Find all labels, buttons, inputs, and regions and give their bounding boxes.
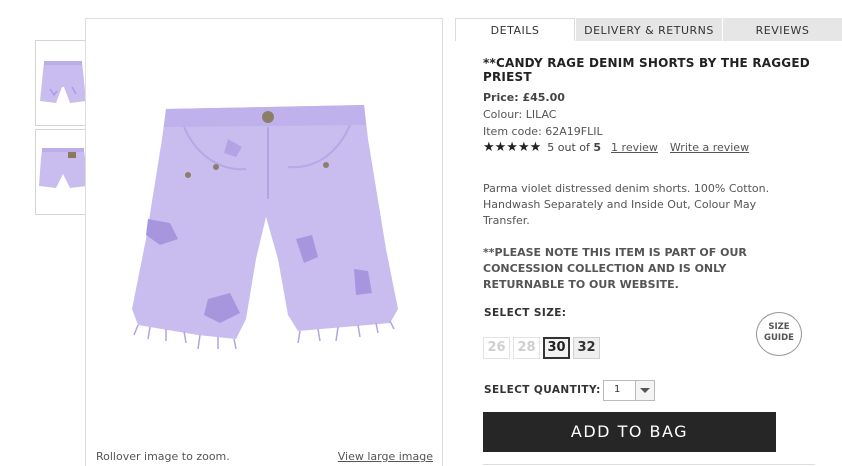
size-guide-button[interactable]: SIZE GUIDE xyxy=(756,312,802,356)
thumbnail-front-image xyxy=(40,61,86,103)
tab-delivery-returns[interactable]: DELIVERY & RETURNS xyxy=(576,18,722,41)
size-option-28[interactable]: 28 xyxy=(513,337,540,359)
product-details: **CANDY RAGE DENIM SHORTS BY THE RAGGED … xyxy=(483,56,813,155)
product-title: **CANDY RAGE DENIM SHORTS BY THE RAGGED … xyxy=(483,56,810,84)
star-rating-icon: ★★★★★ xyxy=(483,140,542,155)
write-review-link[interactable]: Write a review xyxy=(670,141,749,154)
review-count-link[interactable]: 1 review xyxy=(611,141,658,154)
product-description: Parma violet distressed denim shorts. 10… xyxy=(483,182,770,227)
size-options: 26 28 30 32 xyxy=(483,337,603,359)
tab-details[interactable]: DETAILS xyxy=(455,18,575,41)
rating-score: 5 out of 5 xyxy=(547,141,601,154)
thumbnail-front[interactable] xyxy=(35,40,91,126)
main-product-image[interactable]: Rollover image to zoom. View large image xyxy=(85,18,443,466)
thumbnail-back-image xyxy=(39,148,87,188)
tab-reviews[interactable]: REVIEWS xyxy=(723,18,842,41)
size-option-32[interactable]: 32 xyxy=(573,337,600,359)
product-item-code: Item code: 62A19FLIL xyxy=(483,125,603,138)
dropdown-arrow-icon xyxy=(635,381,654,400)
size-option-26[interactable]: 26 xyxy=(483,337,510,359)
product-colour: Colour: LILAC xyxy=(483,108,557,121)
thumbnail-back[interactable] xyxy=(35,129,91,215)
thumbnail-list xyxy=(35,40,91,218)
shorts-image xyxy=(132,105,398,350)
quantity-select[interactable]: 1 xyxy=(603,380,655,401)
quantity-value: 1 xyxy=(614,384,621,395)
size-guide-line2: GUIDE xyxy=(764,333,794,343)
size-option-30[interactable]: 30 xyxy=(543,337,570,359)
rating-row: ★★★★★ 5 out of 5 1 review Write a review xyxy=(483,140,813,155)
size-guide-line1: SIZE xyxy=(768,322,790,332)
rating-prefix: 5 out of xyxy=(547,141,590,154)
product-price: Price: £45.00 xyxy=(483,91,565,104)
rating-max: 5 xyxy=(593,141,602,154)
view-large-image-link[interactable]: View large image xyxy=(338,450,433,463)
select-quantity-label: SELECT QUANTITY: xyxy=(484,384,601,396)
add-to-bag-button[interactable]: ADD TO BAG xyxy=(483,412,776,452)
select-size-label: SELECT SIZE: xyxy=(484,307,567,319)
concession-notice: **PLEASE NOTE THIS ITEM IS PART OF OUR C… xyxy=(483,246,747,291)
rollover-zoom-hint: Rollover image to zoom. xyxy=(96,450,230,463)
divider xyxy=(483,464,815,465)
product-tabs: DETAILS DELIVERY & RETURNS REVIEWS xyxy=(455,18,842,41)
